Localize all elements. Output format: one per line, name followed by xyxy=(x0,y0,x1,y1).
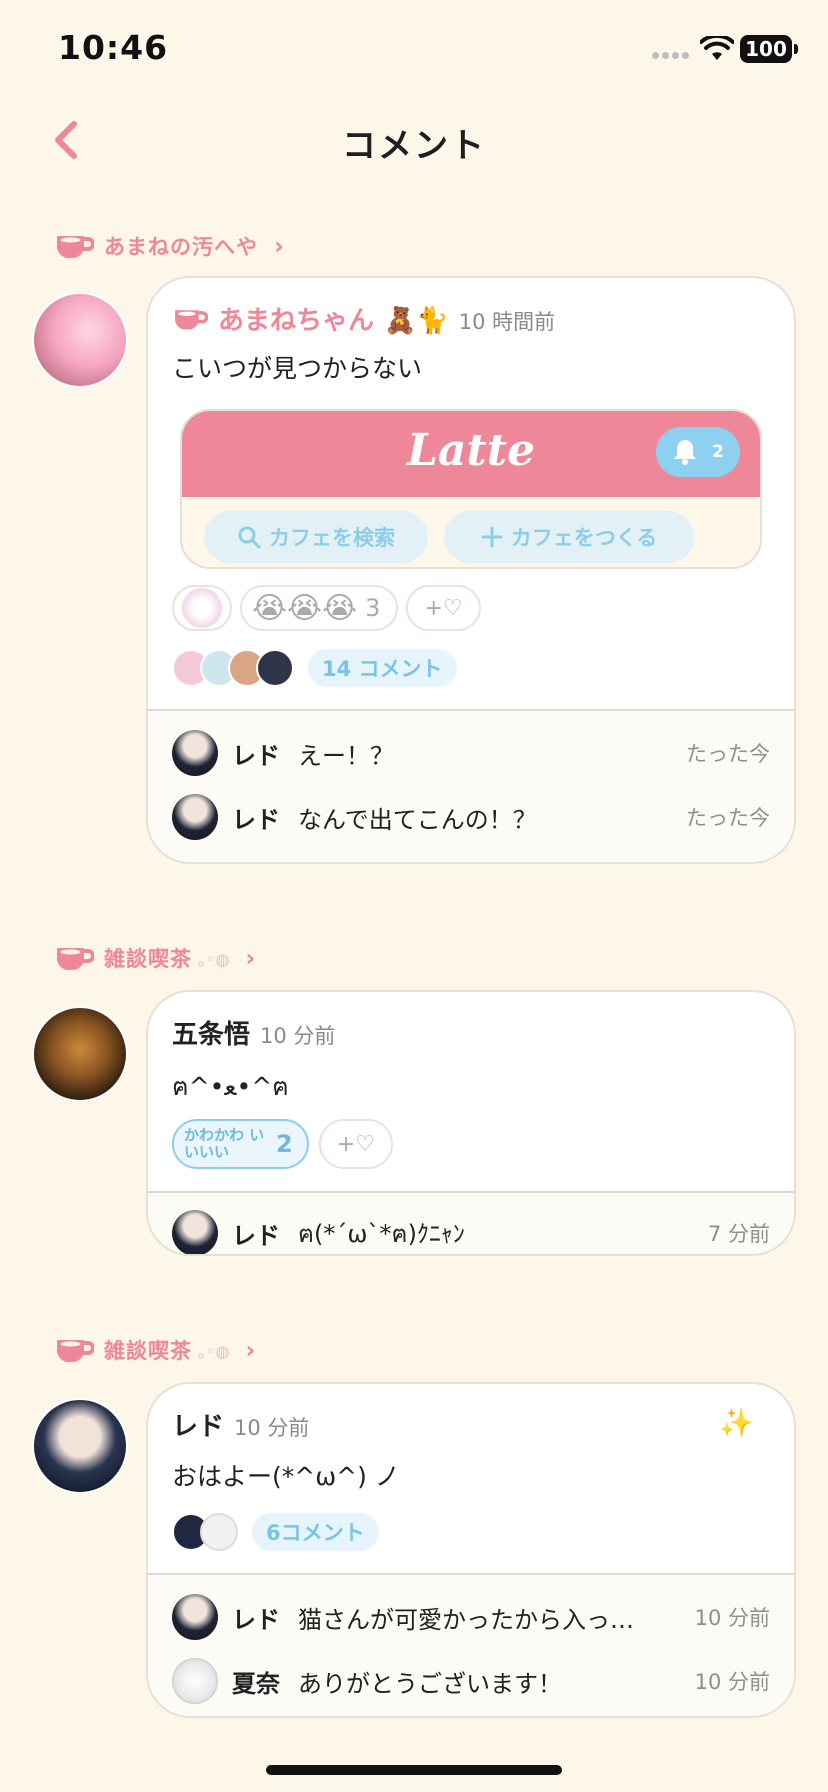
reply-time: 10 分前 xyxy=(694,1670,770,1694)
commenter-avatars xyxy=(172,649,294,687)
cellular-signal-icon xyxy=(652,52,690,62)
status-time: 10:46 xyxy=(58,28,169,67)
reply-list: レド ฅ(*´ω`*ฅ)ｸﾆｬﾝ 7 分前 xyxy=(148,1191,794,1254)
crying-emoji: 😭😭😭 xyxy=(252,590,358,626)
nav-bar: コメント xyxy=(0,100,828,180)
reply-item[interactable]: 夏奈 ありがとうございます！ 10 分前 xyxy=(172,1649,770,1713)
avatar[interactable] xyxy=(32,292,128,388)
reply-list: レド えー！？ たった今 レド なんで出てこんの！？ たった今 xyxy=(148,709,794,859)
author-name[interactable]: 五条悟 xyxy=(172,1014,250,1051)
comment-count-pill[interactable]: 6コメント xyxy=(252,1513,379,1551)
reply-item[interactable]: レド 猫さんが可愛かったから入っ… 10 分前 xyxy=(172,1585,770,1649)
plus-icon xyxy=(481,526,503,548)
stamp-label: かわかわ いいいい xyxy=(184,1126,265,1161)
stamp-avatar xyxy=(182,588,222,628)
comment-count-pill[interactable]: 14 コメント xyxy=(308,649,457,687)
reply-time: たった今 xyxy=(686,742,770,766)
cafe-deco: ｡◦◍ xyxy=(198,1342,230,1361)
reply-time: 10 分前 xyxy=(694,1606,770,1630)
status-bar: 10:46 100 xyxy=(0,0,828,100)
avatar[interactable] xyxy=(32,1006,128,1102)
wifi-icon xyxy=(700,36,734,60)
page-title: コメント xyxy=(342,126,486,166)
cafe-name: 雑談喫茶 xyxy=(104,1339,192,1363)
search-cafe-label: カフェを検索 xyxy=(269,526,395,550)
reply-text: えー！？ xyxy=(298,741,394,770)
cafe-name: 雑談喫茶 xyxy=(104,947,192,971)
cafe-name: あまねの汚へや xyxy=(104,235,258,259)
add-reaction-button[interactable]: +♡ xyxy=(406,585,481,631)
create-cafe-button: カフェをつくる xyxy=(444,511,694,563)
post-text: ฅ^•ﻌ•^ฅ xyxy=(172,1072,289,1101)
cafe-link[interactable]: 雑談喫茶 ｡◦◍ › xyxy=(54,1330,255,1370)
reply-item[interactable]: レド なんで出てこんの！？ たった今 xyxy=(172,785,770,849)
avatar xyxy=(172,1594,218,1640)
post-card[interactable]: 五条悟 10 分前 ฅ^•ﻌ•^ฅ かわかわ いいいい 2 +♡ レド ฅ(*´… xyxy=(146,990,796,1256)
comment-summary[interactable]: 14 コメント xyxy=(172,649,770,687)
create-cafe-label: カフェをつくる xyxy=(510,526,658,550)
stamp-chip[interactable] xyxy=(172,585,232,631)
cafe-link[interactable]: あまねの汚へや › xyxy=(54,226,284,266)
reply-text: 猫さんが可愛かったから入っ… xyxy=(298,1605,634,1634)
emoji-reaction-chip[interactable]: 😭😭😭 3 xyxy=(240,585,399,631)
reply-author: レド xyxy=(232,805,280,834)
avatar xyxy=(172,1210,218,1254)
chevron-right-icon: › xyxy=(274,232,284,260)
cup-icon xyxy=(57,236,94,259)
reply-item[interactable]: レド えー！？ たった今 xyxy=(172,721,770,785)
latte-header: Latte 2 xyxy=(182,411,760,497)
cup-icon xyxy=(175,309,208,330)
stamp-reaction-chip[interactable]: かわかわ いいいい 2 xyxy=(172,1119,309,1169)
reply-text: なんで出てこんの！？ xyxy=(298,805,537,834)
chevron-right-icon: › xyxy=(245,944,256,972)
cafe-link[interactable]: 雑談喫茶 ｡◦◍ › xyxy=(54,938,255,978)
reply-author: レド xyxy=(232,1221,280,1250)
reaction-count: 3 xyxy=(365,594,381,622)
reply-list: レド 猫さんが可愛かったから入っ… 10 分前 夏奈 ありがとうございます！ 1… xyxy=(148,1573,794,1716)
post-time: 10 分前 xyxy=(260,1024,336,1048)
search-icon xyxy=(238,526,261,549)
reply-item[interactable]: レド ฅ(*´ω`*ฅ)ｸﾆｬﾝ 7 分前 xyxy=(172,1201,770,1254)
add-reaction-button[interactable]: +♡ xyxy=(318,1119,393,1169)
post-time: 10 分前 xyxy=(234,1416,310,1440)
attached-image[interactable]: Latte 2 カフェを検索 カフェをつくる xyxy=(180,409,762,569)
bell-icon xyxy=(674,440,697,465)
post-text: こいつが見つからない xyxy=(172,354,423,383)
post-time: 10 時間前 xyxy=(458,310,556,334)
reply-author: 夏奈 xyxy=(232,1669,280,1698)
author-name[interactable]: レド xyxy=(172,1406,224,1443)
author-emoji: 🧸🐈 xyxy=(384,306,449,336)
cup-icon xyxy=(57,1340,94,1363)
reply-text: ฅ(*´ω`*ฅ)ｸﾆｬﾝ xyxy=(298,1219,465,1248)
chevron-right-icon: › xyxy=(245,1336,256,1364)
comment-summary[interactable]: 6コメント xyxy=(172,1513,770,1551)
bell-count: 2 xyxy=(712,442,724,462)
home-indicator[interactable] xyxy=(266,1765,562,1775)
avatar[interactable] xyxy=(32,1398,128,1494)
reply-author: レド xyxy=(232,1605,280,1634)
reaction-count: 2 xyxy=(276,1130,293,1158)
post-text: おはよー(*^ω^) ノ xyxy=(172,1462,400,1491)
avatar xyxy=(172,794,218,840)
avatar xyxy=(172,730,218,776)
commenter-avatars xyxy=(172,1513,238,1551)
post-card[interactable]: レド 10 分前 ✨ おはよー(*^ω^) ノ 6コメント レド 猫さんが可愛か… xyxy=(146,1382,796,1718)
reply-time: 7 分前 xyxy=(707,1222,770,1246)
sparkle-icon: ✨ xyxy=(719,1406,754,1439)
avatar xyxy=(172,1658,218,1704)
reaction-row: かわかわ いいいい 2 +♡ xyxy=(172,1119,770,1169)
reply-author: レド xyxy=(232,741,280,770)
cup-icon xyxy=(57,948,94,971)
cafe-deco: ｡◦◍ xyxy=(198,950,230,969)
search-cafe-button: カフェを検索 xyxy=(204,511,428,563)
battery-indicator: 100 xyxy=(740,35,798,63)
reply-time: たった今 xyxy=(686,806,770,830)
notification-pill: 2 xyxy=(656,427,740,477)
author-name[interactable]: あまねちゃん xyxy=(218,300,374,337)
reaction-row: 😭😭😭 3 +♡ xyxy=(172,585,770,631)
reply-text: ありがとうございます！ xyxy=(298,1669,562,1698)
post-card[interactable]: あまねちゃん 🧸🐈 10 時間前 こいつが見つからない Latte 2 カフェを… xyxy=(146,276,796,864)
